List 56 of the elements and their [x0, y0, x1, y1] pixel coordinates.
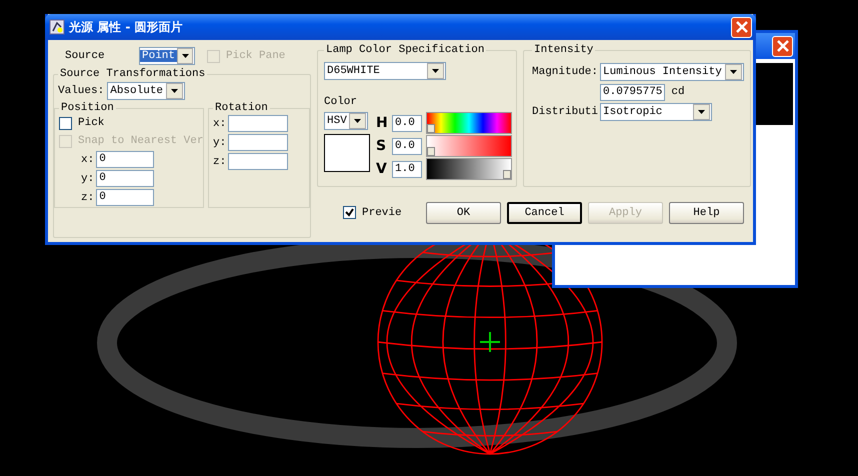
source-dropdown[interactable]: Point [139, 47, 195, 65]
lamp-color-dropdown[interactable]: D65WHITE [324, 62, 446, 80]
input-field[interactable]: 1.0 [392, 160, 422, 178]
dialog-button[interactable]: OK [426, 202, 501, 224]
source-label: Source [65, 50, 106, 62]
input-field[interactable]: 0 [96, 151, 154, 168]
dialog-button[interactable]: Help [669, 202, 744, 224]
input-field[interactable]: 0 [96, 170, 154, 187]
input-field[interactable] [228, 153, 288, 170]
distribution-dropdown[interactable]: Isotropic [600, 103, 712, 121]
dialog-button[interactable]: Cancel [507, 202, 582, 224]
color-label: Color [324, 96, 358, 108]
close-icon [736, 21, 748, 33]
input-field[interactable] [228, 134, 288, 151]
checkbox[interactable] [59, 116, 72, 130]
coordinate-label: x: [81, 154, 94, 166]
lamp-icon [49, 19, 65, 35]
input-field[interactable]: 0.0 [392, 138, 422, 154]
input-field[interactable]: 0.0 [392, 114, 422, 132]
coordinate-label: y: [81, 172, 94, 184]
channel-label: H [376, 115, 388, 131]
channel-label: S [376, 138, 388, 154]
magnitude-dropdown[interactable]: Luminous Intensity [600, 63, 744, 81]
input-field[interactable]: 0 [96, 189, 154, 206]
input-field[interactable] [228, 115, 288, 132]
coordinate-label: z: [213, 156, 226, 168]
color-swatch [324, 134, 370, 172]
close-button[interactable] [731, 16, 752, 38]
color-model-dropdown[interactable]: HSV [324, 112, 368, 130]
values-dropdown[interactable]: Absolute [107, 82, 186, 100]
input-field[interactable]: 0.0795775 [600, 84, 666, 100]
coordinate-label: z: [81, 192, 94, 204]
channel-label: V [376, 161, 388, 177]
coordinate-label: x: [213, 118, 226, 130]
slider-thumb[interactable] [503, 170, 511, 179]
checkbox-label: Pick Pane [226, 50, 286, 62]
group-title: Rotation [214, 102, 269, 114]
group-title: Position [60, 102, 115, 114]
values-label: Values: [58, 85, 104, 97]
close-icon [776, 40, 788, 52]
crosshair-icon [480, 332, 500, 352]
distribution-label: Distributi [532, 106, 596, 118]
checkbox-label: Snap to Nearest Ver [78, 135, 204, 147]
close-button[interactable] [772, 36, 793, 56]
group-title: Source Transformations [59, 68, 206, 80]
checkbox-label: Previe [362, 206, 403, 218]
checkbox-label: Pick [78, 117, 104, 129]
checkbox[interactable] [343, 206, 356, 219]
window-title: 光源 属性 - 圆形面片 [69, 18, 183, 36]
group-title: Intensity [533, 44, 594, 56]
group-title: Lamp Color Specification [325, 44, 486, 56]
unit-label: cd [671, 86, 685, 98]
magnitude-label: Magnitude: [532, 66, 596, 78]
coordinate-label: y: [213, 136, 226, 148]
slider-thumb[interactable] [427, 124, 435, 133]
slider-thumb[interactable] [427, 147, 435, 156]
